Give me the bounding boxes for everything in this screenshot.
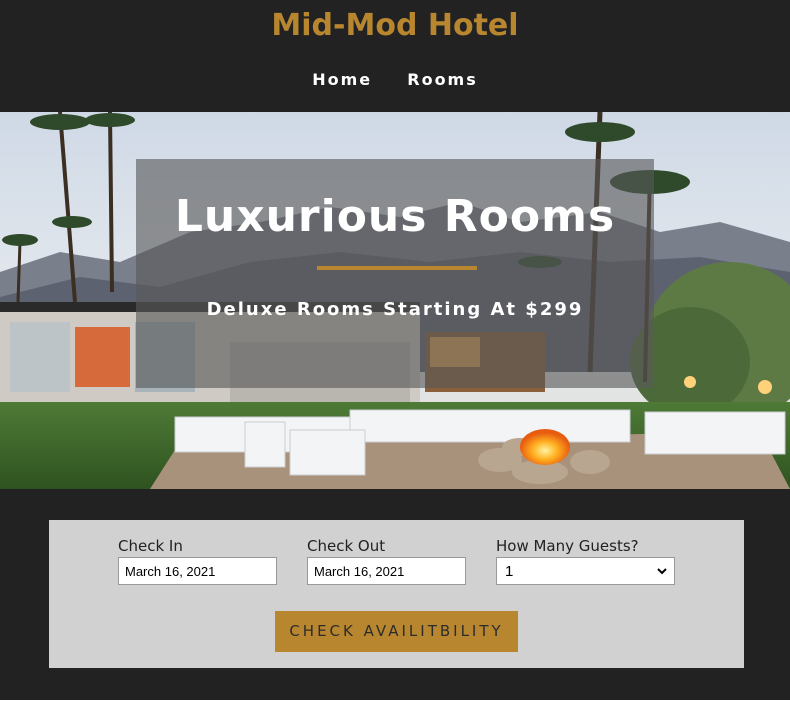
guests-field: How Many Guests? 1 [496, 537, 675, 585]
check-out-label: Check Out [307, 537, 386, 555]
nav-home-link[interactable]: Home [312, 70, 372, 89]
check-availability-button[interactable]: CHECK AVAILITBILITY [275, 611, 518, 652]
guests-label: How Many Guests? [496, 537, 639, 555]
main-nav: Home Rooms [0, 70, 790, 89]
check-in-field: Check In [118, 537, 277, 585]
guests-select-value: 1 [505, 562, 514, 580]
booking-section: Check In Check Out How Many Guests? 1 CH… [0, 489, 790, 700]
chevron-down-icon [657, 568, 667, 575]
hero-title: Luxurious Rooms [174, 191, 616, 242]
check-out-input[interactable] [307, 557, 466, 585]
check-in-input[interactable] [118, 557, 277, 585]
site-header: Mid-Mod Hotel Home Rooms [0, 0, 790, 112]
check-out-field: Check Out [307, 537, 466, 585]
hero-banner: Luxurious Rooms Deluxe Rooms Starting At… [0, 112, 790, 489]
nav-rooms-link[interactable]: Rooms [407, 70, 478, 89]
hero-divider [317, 266, 477, 270]
check-in-label: Check In [118, 537, 183, 555]
hero-subtitle: Deluxe Rooms Starting At $299 [206, 299, 584, 320]
booking-form: Check In Check Out How Many Guests? 1 CH… [49, 520, 744, 668]
guests-select[interactable]: 1 [496, 557, 675, 585]
site-title[interactable]: Mid-Mod Hotel [0, 8, 790, 43]
hero-overlay: Luxurious Rooms Deluxe Rooms Starting At… [136, 159, 654, 388]
